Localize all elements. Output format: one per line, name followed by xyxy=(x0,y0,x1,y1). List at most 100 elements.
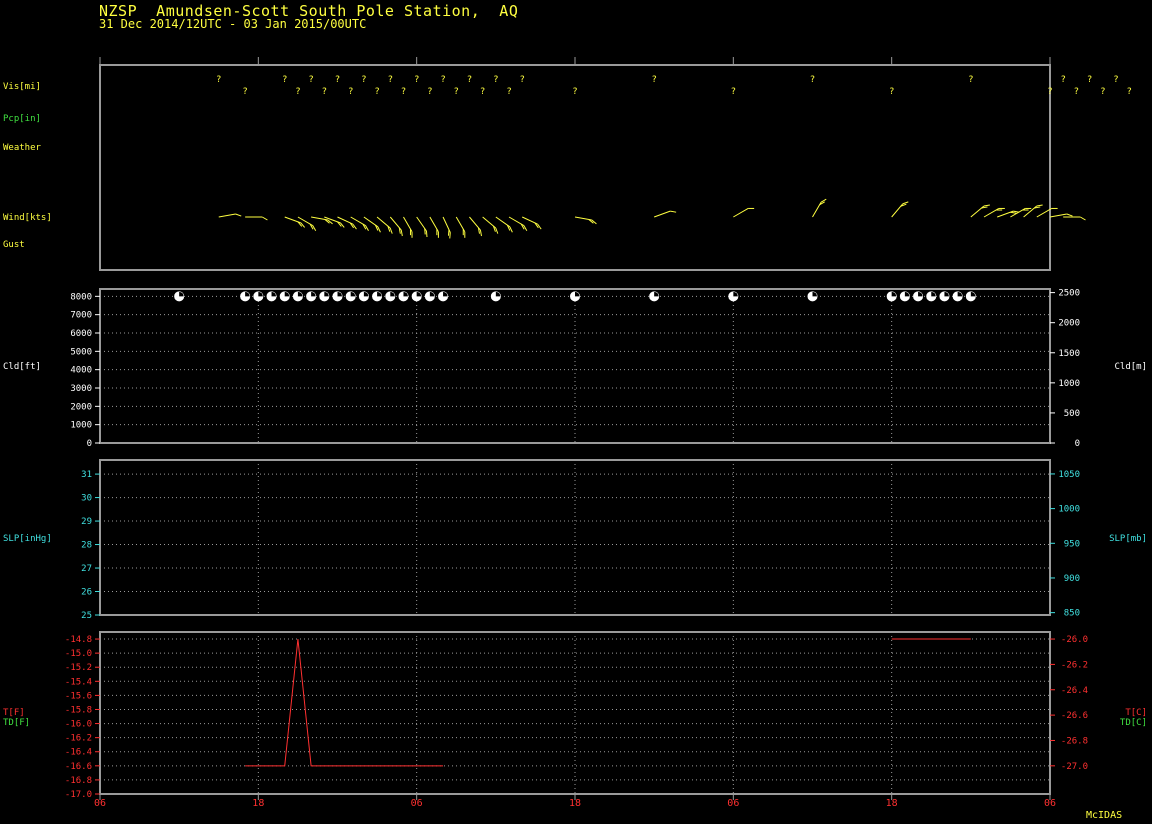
visibility-mark: ? xyxy=(335,75,340,85)
cloud-cover-symbol-fill xyxy=(363,291,369,297)
temperature-c-axis-label: T[C] xyxy=(1125,708,1147,718)
wind-barb-feather xyxy=(479,230,482,237)
pressure-mb-axis-label: SLP[mb] xyxy=(1109,534,1147,544)
cloud-cover-symbol-fill xyxy=(297,291,303,297)
wind-barb-feather xyxy=(365,225,369,231)
visibility-mark: ? xyxy=(308,75,313,85)
wind-barb-feather xyxy=(670,210,677,213)
visibility-mark: ? xyxy=(493,75,498,85)
visibility-mark: ? xyxy=(1087,75,1092,85)
time-tick-label: 06 xyxy=(1044,798,1056,809)
temperature-c-tick-label: -26.2 xyxy=(1061,660,1088,670)
pressure-mb-tick-label: 950 xyxy=(1064,539,1080,549)
cloud-ft-tick-label: 1000 xyxy=(70,421,92,431)
cloud-cover-symbol-fill xyxy=(495,291,501,297)
wind-barb-feather xyxy=(389,227,393,234)
visibility-mark: ? xyxy=(401,87,406,97)
wind-row-label: Wind[kts] xyxy=(3,213,52,223)
visibility-mark: ? xyxy=(1047,87,1052,97)
temperature-f-tick-label: -16.4 xyxy=(65,748,92,758)
visibility-mark: ? xyxy=(454,87,459,97)
cloud-cover-symbol-fill xyxy=(957,291,963,297)
cloud-cover-symbol-fill xyxy=(904,291,910,297)
visibility-mark: ? xyxy=(968,75,973,85)
visibility-mark: ? xyxy=(467,75,472,85)
cloud-cover-symbol-fill xyxy=(654,291,659,297)
visibility-mark: ? xyxy=(361,75,366,85)
vis-row-label: Vis[mi] xyxy=(3,82,41,92)
temperature-f-tick-label: -15.0 xyxy=(65,649,92,659)
temperature-f-tick-label: -15.8 xyxy=(65,705,92,715)
cloud-ft-axis-label: Cld[ft] xyxy=(3,362,41,372)
cloud-ft-tick-label: 8000 xyxy=(70,292,92,302)
cloud-ft-tick-label: 0 xyxy=(87,439,92,449)
cloud-m-tick-label: 2000 xyxy=(1058,319,1080,329)
temperature-f-tick-label: -16.2 xyxy=(65,734,92,744)
pressure-panel-frame xyxy=(99,459,1051,616)
visibility-mark: ? xyxy=(242,87,247,97)
pressure-inhg-tick-label: 31 xyxy=(81,470,92,480)
wind-barb-feather xyxy=(820,198,827,203)
wind-barb-feather xyxy=(902,201,909,205)
pressure-mb-tick-label: 900 xyxy=(1064,574,1080,584)
cloud-cover-symbol-fill xyxy=(931,291,936,297)
wind-barb-feather xyxy=(377,226,381,233)
pressure-inhg-tick-label: 27 xyxy=(81,564,92,574)
temperature-f-tick-label: -15.6 xyxy=(65,691,92,701)
cloud-cover-symbol-fill xyxy=(324,291,329,297)
wind-barb xyxy=(653,210,671,218)
cloud-m-tick-label: 2500 xyxy=(1058,289,1080,299)
wind-barb xyxy=(733,208,749,218)
visibility-mark: ? xyxy=(1060,75,1065,85)
wind-barb-feather xyxy=(449,232,451,239)
visibility-mark: ? xyxy=(322,87,327,97)
pressure-mb-tick-label: 1050 xyxy=(1058,470,1080,480)
wind-barb-feather xyxy=(300,222,306,228)
cloud-cover-symbol-fill xyxy=(179,291,184,297)
wind-barb-feather xyxy=(1080,216,1086,221)
cloud-cover-symbol-fill xyxy=(311,291,316,297)
visibility-mark: ? xyxy=(1113,75,1118,85)
cloud-m-tick-label: 0 xyxy=(1075,439,1080,449)
cloud-cover-symbol-fill xyxy=(812,291,817,297)
pressure-inhg-tick-label: 29 xyxy=(81,517,92,527)
time-tick-label: 18 xyxy=(569,798,581,809)
cloud-ft-tick-label: 5000 xyxy=(70,347,92,357)
temperature-c-tick-label: -27.0 xyxy=(1061,762,1088,772)
gust-row-label: Gust xyxy=(3,240,25,250)
time-tick-label: 06 xyxy=(727,798,739,809)
visibility-mark: ? xyxy=(506,87,511,97)
temperature-f-tick-label: -15.2 xyxy=(65,663,92,673)
cloud-cover-symbol-fill xyxy=(390,291,395,297)
visibility-mark: ? xyxy=(1074,87,1079,97)
visibility-mark: ? xyxy=(282,75,287,85)
cloud-cover-symbol-fill xyxy=(575,291,580,297)
wind-barb-feather xyxy=(1010,211,1017,214)
temperature-f-tick-label: -16.0 xyxy=(65,720,92,730)
cloud-m-tick-label: 1000 xyxy=(1058,379,1080,389)
cloud-cover-symbol-fill xyxy=(443,291,448,297)
temperature-f-tick-label: -17.0 xyxy=(65,790,92,800)
time-tick-label: 18 xyxy=(252,798,264,809)
pcp-row-label: Pcp[in] xyxy=(3,114,41,124)
visibility-mark: ? xyxy=(414,75,419,85)
cloud-m-tick-label: 1500 xyxy=(1058,349,1080,359)
cloud-cover-symbol-fill xyxy=(970,291,976,297)
visibility-mark: ? xyxy=(216,75,221,85)
visibility-mark: ? xyxy=(889,87,894,97)
cloud-cover-symbol-fill xyxy=(258,291,263,297)
visibility-mark: ? xyxy=(427,87,432,97)
cloud-cover-symbol-fill xyxy=(429,291,435,297)
meteogram-chart: Vis[mi] Pcp[in] Weather Wind[kts] Gust??????… xyxy=(3,57,1147,809)
dewpoint-c-axis-label: TD[C] xyxy=(1120,718,1147,728)
cloud-cover-symbol-fill xyxy=(891,291,897,297)
cloud-cover-symbol-fill xyxy=(403,291,408,297)
wind-barb-feather xyxy=(537,223,542,230)
pressure-inhg-tick-label: 28 xyxy=(81,541,92,551)
cloud-cover-symbol-fill xyxy=(416,291,422,297)
pressure-mb-tick-label: 1000 xyxy=(1058,505,1080,515)
cloud-cover-symbol-fill xyxy=(337,291,342,297)
temperature-series-line xyxy=(245,638,444,767)
cloud-cover-symbol-fill xyxy=(944,291,949,297)
pressure-inhg-axis-label: SLP[inHg] xyxy=(3,534,52,544)
